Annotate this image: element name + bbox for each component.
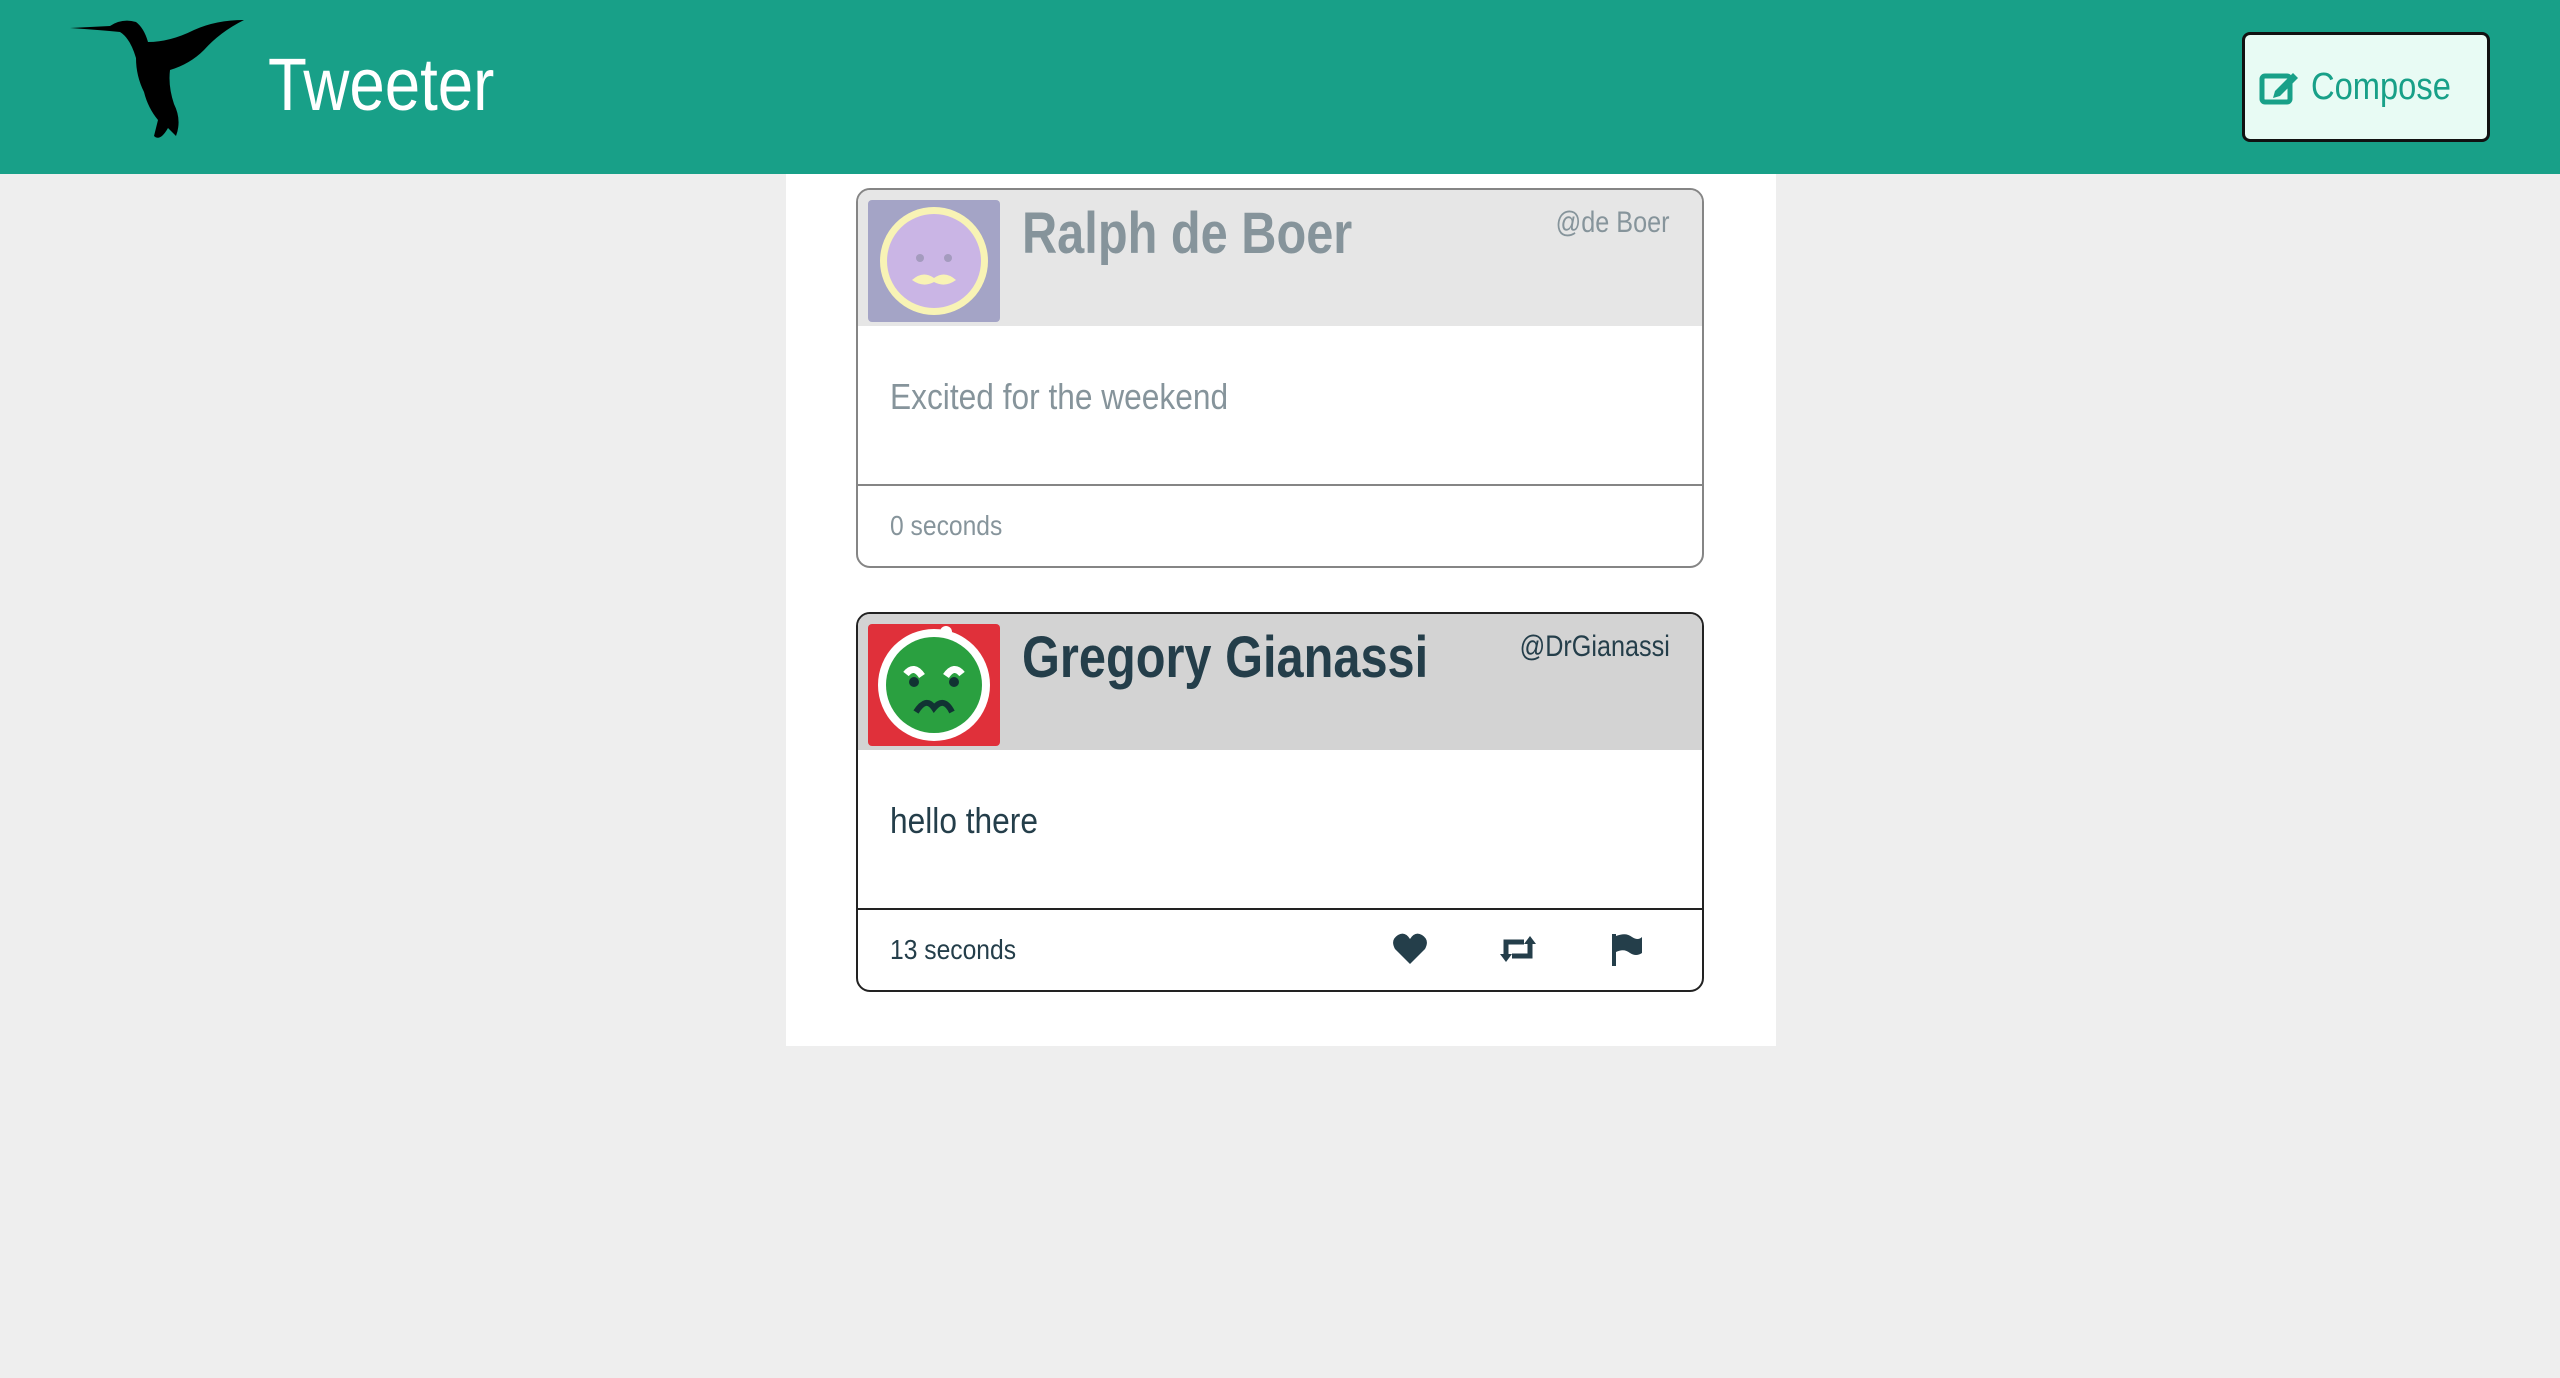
tweet-header: Gregory Gianassi @DrGianassi <box>858 614 1702 750</box>
avatar <box>868 200 1000 322</box>
author-handle[interactable]: @de Boer <box>1556 206 1670 240</box>
compose-label: Compose <box>2310 65 2451 108</box>
tweet-text: Excited for the weekend <box>890 376 1229 417</box>
heart-icon[interactable] <box>1392 932 1428 966</box>
compose-button[interactable]: Compose <box>2242 32 2490 142</box>
author-handle[interactable]: @DrGianassi <box>1520 630 1670 664</box>
brand-title: Tweeter <box>268 43 495 126</box>
tweet-timestamp: 13 seconds <box>890 934 1017 965</box>
divider <box>858 908 1702 910</box>
hummingbird-logo-icon <box>70 20 244 138</box>
tweet-card: Ralph de Boer @de Boer Excited for the w… <box>856 188 1704 568</box>
retweet-icon[interactable] <box>1500 932 1536 966</box>
tweet-feed: Ralph de Boer @de Boer Excited for the w… <box>786 174 1776 1046</box>
tweet-header: Ralph de Boer @de Boer <box>858 190 1702 326</box>
avatar <box>868 624 1000 746</box>
tweet-card: Gregory Gianassi @DrGianassi hello there… <box>856 612 1704 992</box>
tweet-actions <box>1392 932 1644 966</box>
tweet-timestamp: 0 seconds <box>890 510 1003 541</box>
author-name: Ralph de Boer <box>1022 201 1353 266</box>
divider <box>858 484 1702 486</box>
author-name: Gregory Gianassi <box>1022 625 1429 690</box>
top-navbar: Tweeter Compose <box>0 0 2560 174</box>
flag-icon[interactable] <box>1608 932 1644 966</box>
tweet-text: hello there <box>890 800 1038 841</box>
edit-icon <box>2259 73 2298 105</box>
